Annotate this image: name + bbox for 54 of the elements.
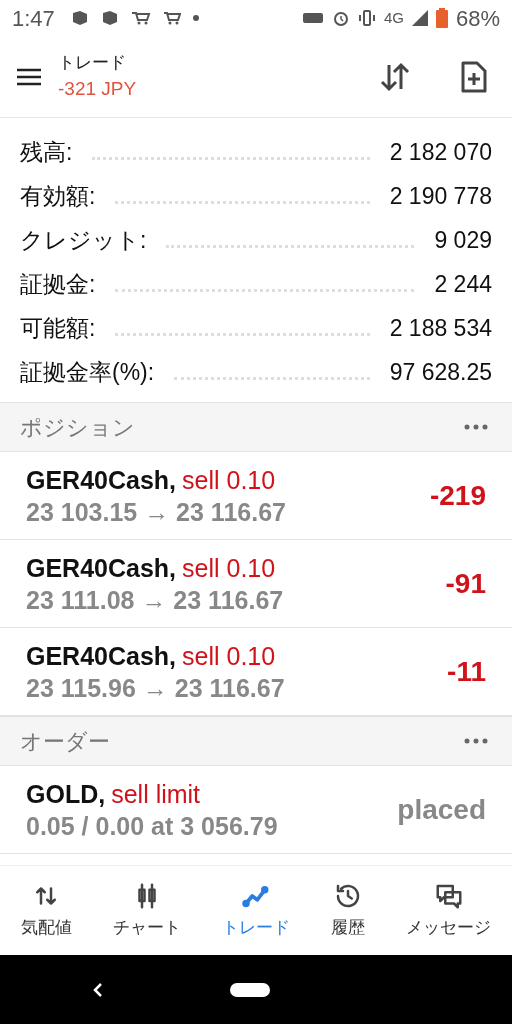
- screen-title: トレード: [58, 51, 127, 74]
- section-title: オーダー: [20, 727, 110, 756]
- trade-side: sell 0.10: [182, 640, 276, 672]
- alarm-icon: [331, 9, 350, 27]
- signal-icon: [411, 10, 428, 26]
- dot-icon: [192, 15, 199, 21]
- voicemail-icon: [301, 10, 324, 26]
- account-value: 2 190 778: [389, 181, 492, 211]
- position-profit: -219: [429, 478, 486, 513]
- trade-side: sell 0.10: [182, 552, 276, 584]
- more-icon[interactable]: [464, 424, 488, 430]
- position-profit: -11: [447, 654, 486, 689]
- account-value: 97 628.25: [389, 357, 492, 387]
- nav-tab[interactable]: トレード: [217, 880, 294, 941]
- more-icon[interactable]: [464, 738, 488, 744]
- account-value: 9 029: [434, 225, 492, 255]
- account-value: 2 188 534: [389, 313, 492, 343]
- nav-tab[interactable]: 気配値: [16, 880, 76, 941]
- account-label: 証拠金率(%):: [20, 357, 155, 387]
- back-icon[interactable]: [92, 980, 104, 999]
- nav-tab[interactable]: チャート: [108, 880, 185, 941]
- account-label: 証拠金:: [20, 269, 96, 299]
- order-details: 0.05 / 0.00 at 3 056.79: [26, 810, 278, 842]
- price-range: 23 115.96 → 23 116.67: [26, 672, 285, 704]
- cart-icon: [162, 11, 181, 25]
- account-label: クレジット:: [20, 225, 147, 255]
- account-value: 2 244: [434, 269, 492, 299]
- home-pill[interactable]: [230, 982, 270, 997]
- nav-tab[interactable]: 履歴: [327, 880, 370, 941]
- nav-tab[interactable]: メッセージ: [402, 880, 496, 941]
- section-title: ポジション: [20, 413, 135, 442]
- order-state: placed: [397, 792, 486, 827]
- total-profit: -321 JPY: [58, 77, 137, 101]
- new-order-icon[interactable]: [460, 59, 488, 94]
- price-range: 23 111.08 → 23 116.67: [26, 584, 284, 616]
- menu-icon[interactable]: [16, 66, 42, 87]
- sort-icon[interactable]: [378, 61, 412, 92]
- battery-icon: [435, 8, 448, 28]
- symbol-name: GOLD,: [26, 778, 106, 810]
- account-value: 2 182 070: [389, 137, 492, 167]
- account-label: 残高:: [20, 137, 73, 167]
- network-type: 4G: [383, 7, 404, 28]
- trade-side: sell 0.10: [182, 464, 276, 496]
- symbol-name: GER40Cash,: [26, 640, 177, 672]
- position-profit: -91: [445, 566, 486, 601]
- clock-time: 1:47: [12, 4, 55, 33]
- price-range: 23 103.15 → 23 116.67: [26, 496, 286, 528]
- symbol-name: GER40Cash,: [26, 552, 177, 584]
- battery-level: 68%: [455, 4, 500, 33]
- account-label: 可能額:: [20, 313, 96, 343]
- account-label: 有効額:: [20, 181, 96, 211]
- trade-side: sell limit: [111, 778, 201, 810]
- vibrate-icon: [357, 10, 376, 26]
- symbol-name: GER40Cash,: [26, 464, 177, 496]
